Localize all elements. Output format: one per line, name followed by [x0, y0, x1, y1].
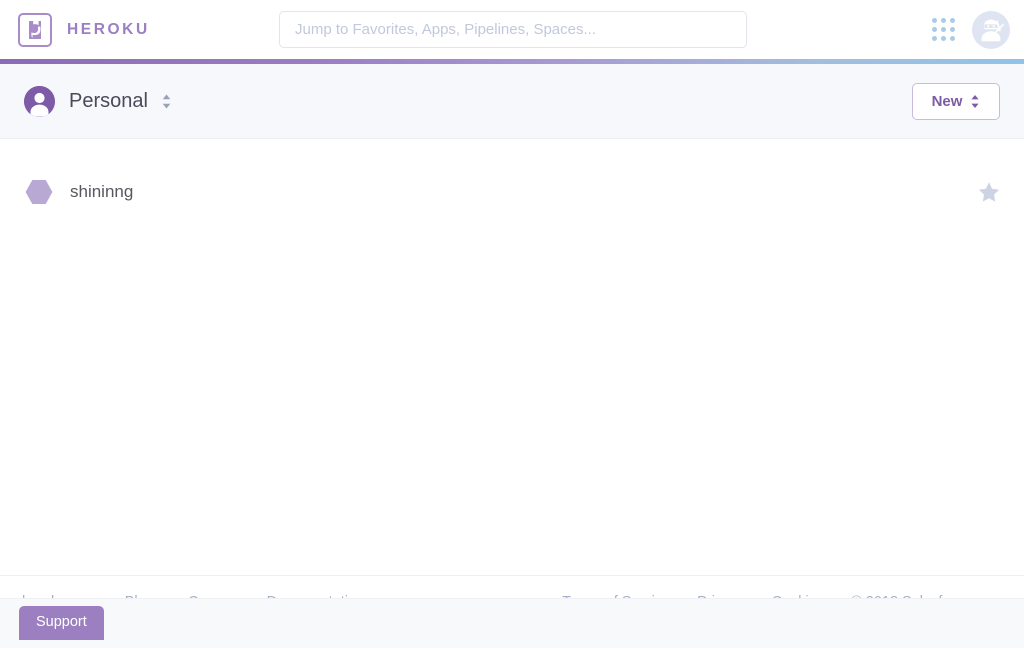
- bottom-bar: Support: [0, 598, 1024, 648]
- main-content: shininng: [0, 165, 1024, 575]
- search-container: [279, 11, 747, 48]
- chevron-updown-icon: [161, 93, 172, 110]
- top-navigation-bar: HEROKU: [0, 0, 1024, 59]
- user-avatar-ninja-icon: [981, 19, 1005, 41]
- team-name-label: Personal: [69, 89, 148, 112]
- hexagon-app-icon: [24, 177, 54, 207]
- search-input[interactable]: [279, 11, 747, 48]
- team-switcher[interactable]: Personal: [24, 85, 172, 117]
- support-button[interactable]: Support: [19, 606, 104, 640]
- app-name-label: shininng: [70, 182, 134, 201]
- list-item[interactable]: shininng: [0, 165, 1024, 219]
- avatar[interactable]: [972, 10, 1010, 49]
- team-header: Personal New: [0, 64, 1024, 139]
- heroku-logo-icon: [18, 12, 52, 47]
- star-icon[interactable]: [978, 182, 1000, 203]
- new-button[interactable]: New: [912, 83, 1000, 120]
- new-button-label: New: [931, 93, 963, 110]
- person-avatar-icon: [24, 85, 55, 117]
- chevron-updown-icon: [970, 94, 980, 109]
- app-grid-icon[interactable]: [931, 17, 957, 43]
- brand-name-text: HEROKU: [67, 20, 150, 38]
- heroku-brand-link[interactable]: HEROKU: [18, 12, 150, 47]
- nav-right-actions: [931, 0, 1010, 59]
